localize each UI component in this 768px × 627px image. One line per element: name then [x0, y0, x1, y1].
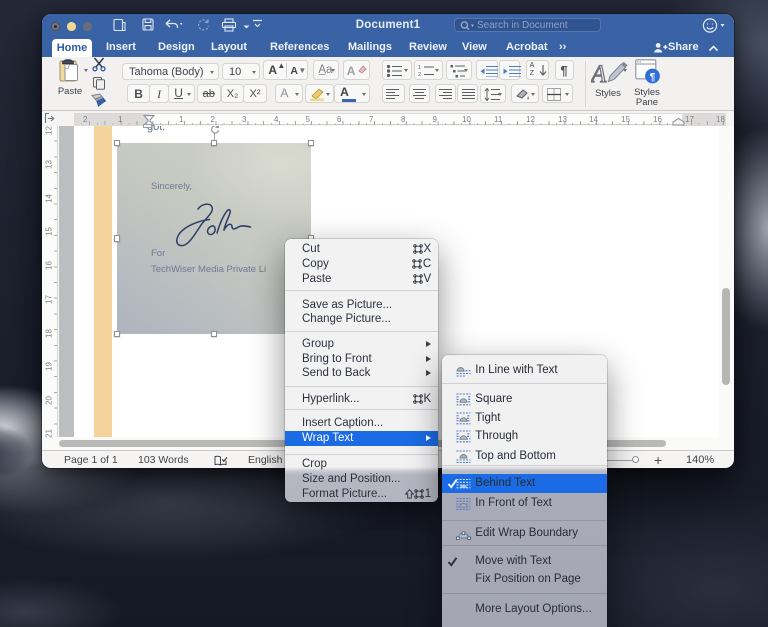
svg-text:¶: ¶ [650, 72, 656, 83]
svg-text:1: 1 [418, 65, 421, 71]
svg-text:2: 2 [418, 72, 421, 78]
svg-text:A: A [591, 61, 607, 85]
